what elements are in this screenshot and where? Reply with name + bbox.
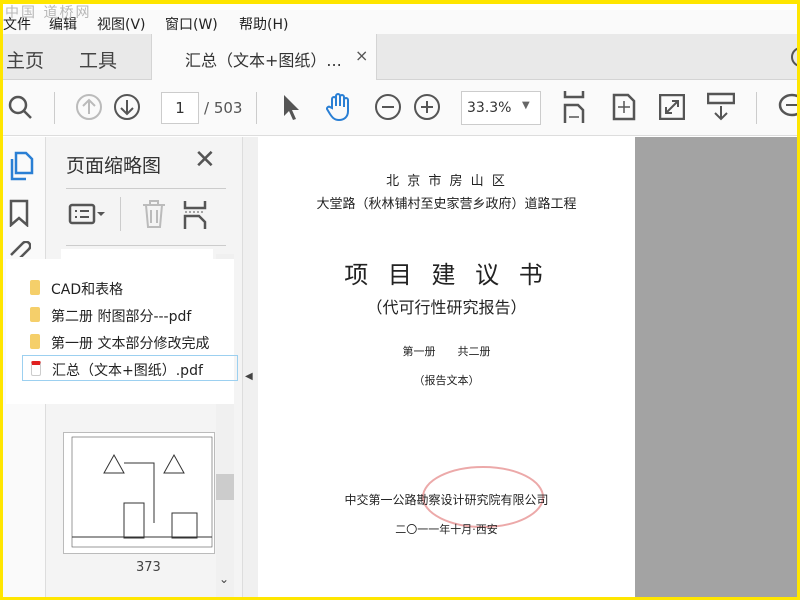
file-list-popup: CAD和表格 第二册 附图部分---pdf 第一册 文本部分修改完成 汇总（文本… [6, 259, 238, 404]
page-thumbnails-icon[interactable] [8, 151, 34, 185]
close-panel-icon[interactable]: ✕ [194, 145, 216, 175]
tab-home[interactable]: 主页 [6, 46, 44, 73]
close-tab-icon[interactable]: × [355, 46, 368, 65]
hand-tool-icon[interactable] [324, 92, 354, 122]
menu-bar: 文件 编辑 视图(V) 窗口(W) 帮助(H) [3, 10, 797, 34]
doc-date: 二〇一一年十月·西安 [395, 523, 498, 536]
menu-help[interactable]: 帮助(H) [239, 14, 288, 34]
zoom-level-select[interactable]: 33.3% ▼ [461, 91, 541, 125]
doc-district: 北 京 市 房 山 区 [386, 174, 507, 189]
search-icon[interactable] [5, 92, 35, 122]
folder-icon [30, 307, 40, 322]
insert-page-icon[interactable] [183, 201, 207, 233]
read-mode-icon[interactable] [706, 92, 736, 122]
prev-page-icon[interactable] [74, 92, 104, 122]
bookmark-icon[interactable] [9, 199, 29, 231]
tab-tools[interactable]: 工具 [79, 46, 117, 73]
delete-page-icon[interactable] [141, 199, 167, 233]
tab-document[interactable]: 汇总（文本+图纸）... × [151, 34, 377, 80]
list-item-folder[interactable]: 第一册 文本部分修改完成 [22, 329, 238, 355]
toolbar: 1 / 503 33.3% ▼ [3, 80, 797, 136]
folder-icon [30, 334, 40, 349]
list-item-folder[interactable]: 第二册 附图部分---pdf [22, 302, 238, 328]
page-thumbnail[interactable] [63, 432, 215, 554]
doc-part: （报告文本） [413, 374, 480, 387]
scrollbar-thumb[interactable] [216, 474, 234, 500]
full-screen-icon[interactable] [657, 92, 687, 122]
thumbnail-page-number: 373 [136, 560, 161, 575]
doc-organization: 中交第一公路勘察设计研究院有限公司 [344, 493, 549, 507]
help-icon[interactable] [791, 47, 797, 67]
next-page-icon[interactable] [112, 92, 142, 122]
menu-view[interactable]: 视图(V) [97, 14, 146, 34]
watermark: 中国 道桥网 [5, 5, 92, 21]
tab-document-label: 汇总（文本+图纸）... [185, 51, 342, 70]
folder-icon [30, 280, 40, 295]
zoom-in-icon[interactable] [412, 92, 442, 122]
doc-title: 项 目 建 议 书 [344, 261, 549, 289]
comment-icon[interactable] [775, 92, 797, 122]
tab-bar: 主页 工具 汇总（文本+图纸）... × [3, 34, 797, 80]
zoom-value: 33.3% [467, 100, 512, 116]
chevron-down-icon: ▼ [522, 100, 530, 111]
list-item-pdf[interactable]: 汇总（文本+图纸）.pdf [22, 355, 238, 381]
attachment-icon[interactable] [9, 240, 32, 262]
doc-project: 大堂路（秋林铺村至史家营乡政府）道路工程 [316, 197, 577, 212]
fit-page-icon[interactable] [609, 92, 639, 122]
page-number-input[interactable]: 1 [161, 92, 199, 124]
app-window: 文件 编辑 视图(V) 窗口(W) 帮助(H) 中国 道桥网 主页 工具 汇总（… [0, 0, 800, 600]
menu-window[interactable]: 窗口(W) [165, 14, 218, 34]
panel-collapse-handle[interactable]: ◀ [243, 137, 258, 597]
fit-width-icon[interactable] [559, 91, 589, 123]
doc-subtitle: （代可行性研究报告） [366, 298, 527, 317]
document-viewer[interactable]: 北 京 市 房 山 区 大堂路（秋林铺村至史家营乡政府）道路工程 项 目 建 议… [258, 137, 797, 597]
panel-title: 页面缩略图 [66, 155, 162, 177]
scroll-down-icon[interactable]: ⌄ [219, 572, 229, 586]
pdf-file-icon [31, 361, 41, 376]
list-item-folder[interactable]: CAD和表格 [22, 275, 238, 301]
document-page: 北 京 市 房 山 区 大堂路（秋林铺村至史家营乡政府）道路工程 项 目 建 议… [258, 137, 635, 597]
select-cursor-icon[interactable] [276, 92, 306, 122]
doc-volume: 第一册 共二册 [402, 345, 491, 358]
page-total: / 503 [204, 99, 243, 117]
zoom-out-icon[interactable] [373, 92, 403, 122]
thumbnail-options-icon[interactable] [68, 201, 108, 231]
